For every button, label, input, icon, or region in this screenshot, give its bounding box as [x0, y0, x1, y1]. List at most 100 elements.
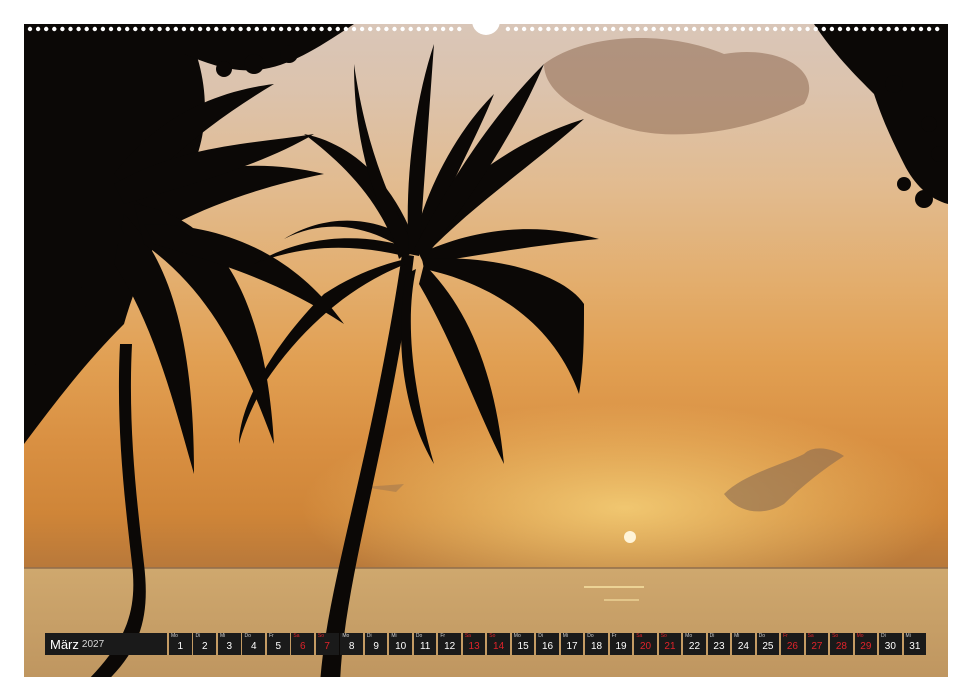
day-cell: Mo 8: [340, 633, 363, 655]
binding-hole: [764, 26, 770, 32]
day-number: 2: [202, 641, 208, 652]
binding-hole: [683, 26, 689, 32]
day-cell: Di 9: [364, 633, 388, 655]
sun: [624, 531, 636, 543]
binding-hole: [578, 26, 583, 32]
binding-hole: [594, 26, 600, 32]
binding-hole: [708, 26, 713, 32]
day-cell: Di 2: [193, 633, 217, 655]
binding-hole: [570, 26, 575, 32]
day-number: 26: [786, 641, 798, 652]
day-cell: Mi 10: [389, 633, 412, 655]
weekday-label: Mi: [391, 633, 397, 639]
binding-hole: [805, 26, 810, 32]
weekday-label: Sa: [636, 633, 643, 639]
weekday-label: Do: [587, 633, 594, 639]
binding-hole: [68, 26, 73, 32]
photo-illustration: [24, 24, 948, 677]
binding-hole: [335, 26, 340, 32]
binding-hole: [886, 26, 891, 32]
day-cell: Mo 1: [169, 633, 192, 655]
weekday-label: Di: [709, 633, 715, 639]
binding-hole: [619, 26, 624, 32]
day-cell: Fr 19: [609, 633, 633, 655]
binding-hole: [935, 26, 940, 32]
cloud: [544, 37, 810, 135]
day-cell: Di 23: [707, 633, 731, 655]
day-cell: Mi 24: [732, 633, 755, 655]
binding-hole: [862, 26, 867, 32]
binding-hole: [400, 26, 405, 32]
binding-hole: [918, 26, 924, 32]
binding-hole: [530, 26, 535, 32]
binding-hole: [165, 26, 170, 32]
binding-hole: [432, 26, 438, 32]
sun-reflection: [584, 586, 644, 588]
weekday-label: Mi: [562, 633, 569, 639]
day-number: 31: [909, 641, 921, 652]
binding-hole: [214, 26, 219, 32]
binding-hole: [189, 26, 195, 32]
binding-hole: [197, 26, 203, 32]
day-number: 22: [688, 641, 701, 652]
day-number: 25: [762, 641, 774, 652]
binding-hole: [789, 26, 794, 32]
binding-hole: [60, 26, 65, 32]
binding-hole: [854, 26, 859, 32]
binding-hole: [359, 26, 365, 32]
binding-hole: [740, 26, 745, 32]
day-number: 11: [419, 641, 431, 652]
day-number: 23: [713, 641, 725, 652]
binding-hole: [173, 26, 178, 32]
day-number: 9: [373, 641, 379, 652]
binding-hole: [716, 26, 721, 32]
binding-hole: [311, 26, 316, 32]
weekday-label: Di: [366, 633, 372, 639]
day-cell: Mo 22: [683, 633, 706, 655]
day-cell: Mi 3: [217, 633, 241, 655]
foliage-top-right: [814, 24, 948, 208]
binding-hole: [797, 26, 802, 32]
binding-hole: [554, 26, 559, 32]
binding-hole: [181, 26, 187, 32]
binding-hole: [262, 26, 268, 32]
day-cell: Do 18: [585, 633, 608, 655]
binding-hole: [651, 26, 656, 32]
day-number: 19: [615, 641, 627, 652]
binding-hole: [513, 26, 519, 32]
binding-hole: [878, 26, 883, 32]
binding-hole: [692, 26, 697, 32]
binding-hole: [222, 26, 227, 32]
binding-hole: [116, 26, 122, 32]
binding-hole: [351, 26, 357, 32]
sunset-palm-photo: [24, 24, 948, 677]
binding-hole: [278, 26, 284, 32]
binding-hole: [343, 26, 349, 32]
weekday-label: Mo: [685, 633, 693, 639]
day-number: 12: [444, 641, 456, 652]
binding-hole: [521, 26, 527, 32]
day-number: 13: [468, 641, 480, 652]
weekday-label: Mo: [171, 633, 178, 639]
weekday-label: So: [317, 633, 325, 639]
binding-hole: [125, 26, 130, 32]
binding-hole: [416, 26, 421, 32]
day-number: 4: [250, 641, 257, 652]
weekday-label: Mi: [905, 633, 911, 639]
binding-hole: [303, 26, 308, 32]
binding-hole: [327, 26, 332, 32]
binding-hole: [910, 26, 916, 32]
weekday-label: Mi: [219, 633, 226, 639]
binding-hole: [675, 26, 681, 32]
binding-hole: [724, 26, 729, 32]
day-cell: So 14: [487, 633, 510, 655]
weekday-label: Sa: [807, 633, 814, 639]
day-cell: Sa 13: [462, 633, 486, 655]
binding-hole: [756, 26, 762, 32]
binding-hole: [149, 26, 154, 32]
day-cell: Do 4: [242, 633, 266, 655]
day-number: 3: [226, 641, 233, 652]
day-cell: So 21: [658, 633, 682, 655]
day-cell: Di 16: [536, 633, 559, 655]
day-cell: Mi 17: [560, 633, 584, 655]
